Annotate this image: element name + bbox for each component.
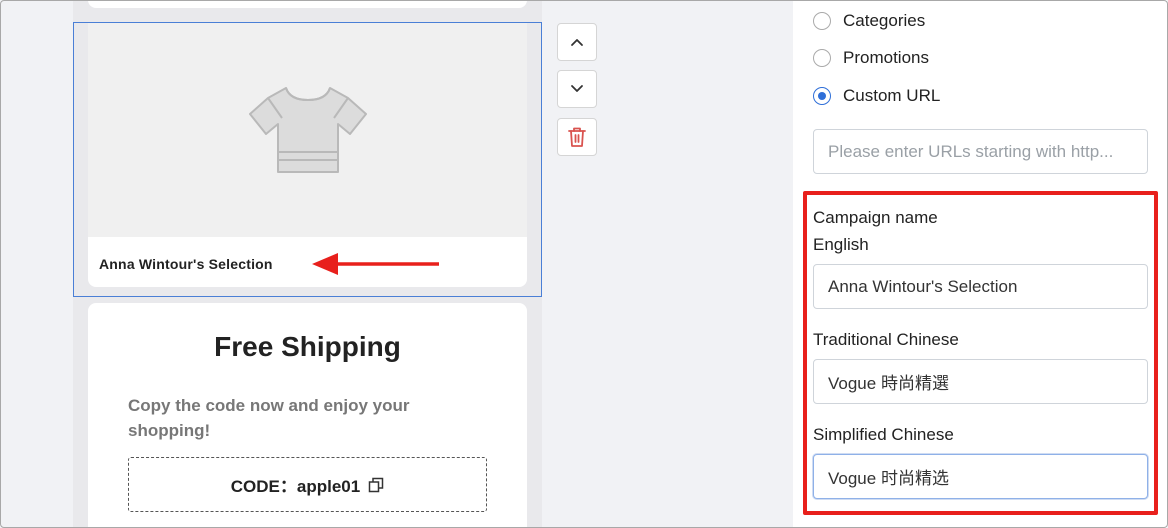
radio-promotions-control[interactable] — [813, 49, 831, 67]
settings-panel: Categories Promotions Custom URL Campaig… — [793, 0, 1167, 528]
shipping-description: Copy the code now and enjoy your shoppin… — [128, 396, 410, 440]
move-up-button[interactable] — [557, 23, 597, 61]
product-image-placeholder — [88, 23, 527, 237]
previous-card — [88, 0, 527, 8]
free-shipping-card: Free Shipping Copy the code now and enjo… — [88, 303, 527, 528]
selected-product-card[interactable]: Anna Wintour's Selection — [73, 22, 542, 297]
traditional-chinese-input[interactable] — [813, 359, 1148, 404]
traditional-chinese-label: Traditional Chinese — [813, 330, 959, 349]
coupon-code-label: CODE：apple01 — [230, 477, 361, 496]
simplified-chinese-input[interactable] — [813, 454, 1148, 499]
simplified-chinese-label: Simplified Chinese — [813, 425, 954, 444]
radio-categories[interactable]: Categories — [813, 11, 925, 31]
custom-url-input[interactable] — [813, 129, 1148, 174]
english-name-input[interactable] — [813, 264, 1148, 309]
radio-promotions-label: Promotions — [843, 48, 929, 67]
radio-promotions[interactable]: Promotions — [813, 48, 929, 68]
radio-custom-url-label: Custom URL — [843, 86, 941, 105]
tshirt-icon — [248, 87, 367, 173]
product-name: Anna Wintour's Selection — [99, 256, 273, 272]
chevron-up-icon — [571, 39, 583, 46]
preview-column: Anna Wintour's Selection Free Shipping C… — [73, 0, 542, 528]
radio-categories-control[interactable] — [813, 12, 831, 30]
move-down-button[interactable] — [557, 70, 597, 108]
product-card-body: Anna Wintour's Selection — [88, 23, 527, 287]
radio-categories-label: Categories — [843, 11, 926, 30]
shipping-title: Free Shipping — [214, 331, 401, 362]
radio-custom-url-control[interactable] — [813, 87, 831, 105]
radio-custom-url[interactable]: Custom URL — [813, 86, 940, 106]
trash-icon — [568, 127, 586, 147]
delete-button[interactable] — [557, 118, 597, 156]
annotation-arrow-icon — [312, 253, 439, 275]
copy-icon[interactable] — [368, 477, 384, 493]
coupon-code-box[interactable]: CODE：apple01 — [128, 457, 487, 512]
campaign-name-label: Campaign name — [813, 208, 938, 227]
english-label: English — [813, 235, 869, 254]
chevron-down-icon — [571, 85, 583, 92]
